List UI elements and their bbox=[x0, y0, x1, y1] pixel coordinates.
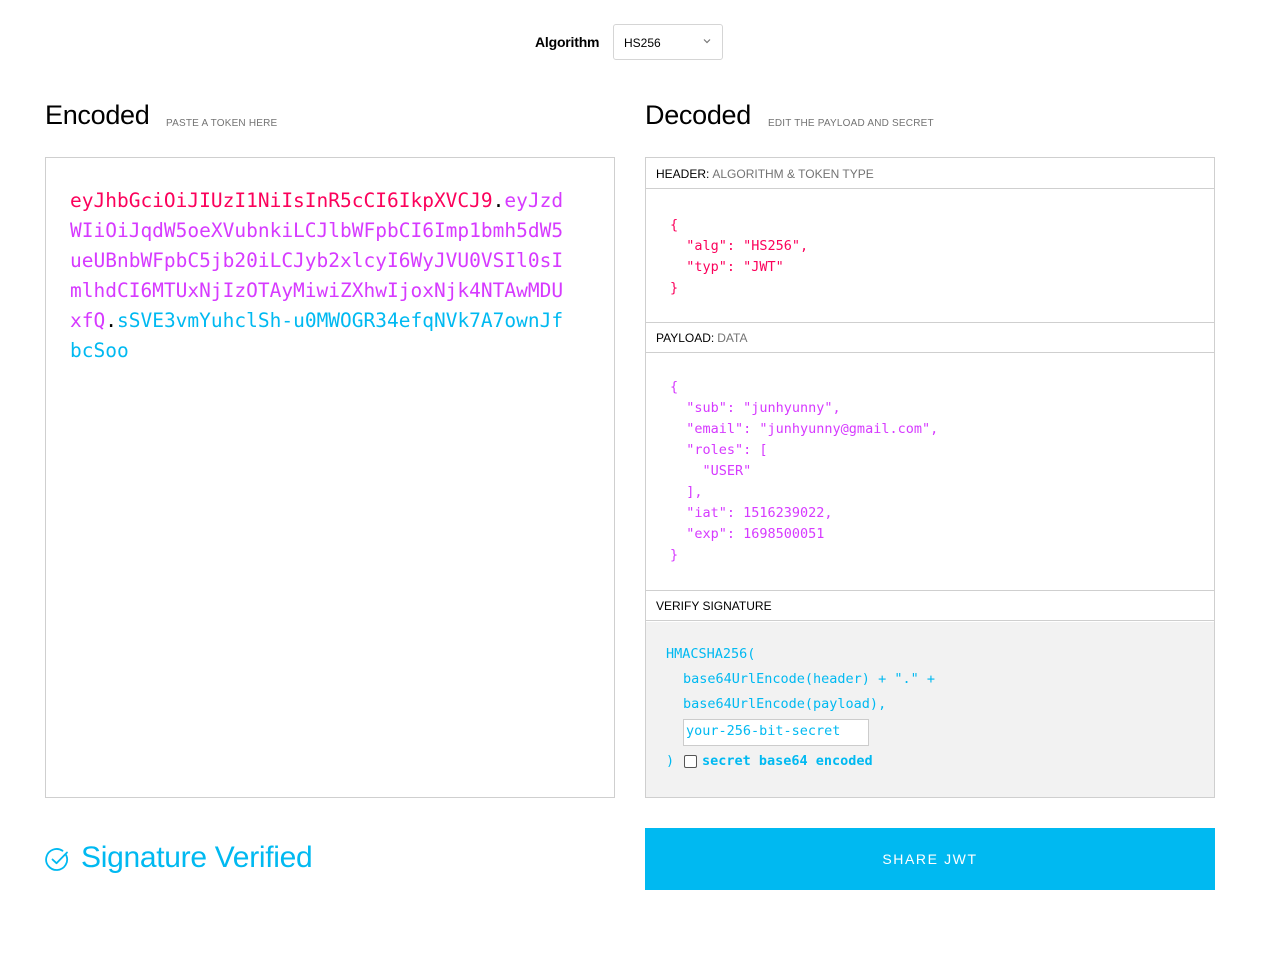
header-json: { "alg": "HS256", "typ": "JWT" } bbox=[670, 217, 809, 296]
payload-section-label: PAYLOAD: bbox=[656, 331, 715, 345]
algorithm-selected-value: HS256 bbox=[624, 36, 661, 50]
signature-status-text: Signature Verified bbox=[81, 841, 313, 874]
header-editor[interactable]: { "alg": "HS256", "typ": "JWT" } bbox=[646, 189, 1214, 323]
signature-section: HMACSHA256( base64UrlEncode(header) + ".… bbox=[646, 622, 1214, 797]
encoded-token-textarea[interactable]: eyJhbGciOiJIUzI1NiIsInR5cCI6IkpXVCJ9.eyJ… bbox=[45, 157, 615, 798]
token-separator: . bbox=[492, 189, 505, 212]
payload-section-sublabel: DATA bbox=[717, 331, 748, 345]
share-jwt-button[interactable]: SHARE JWT bbox=[645, 828, 1215, 890]
encoded-title: Encoded bbox=[45, 100, 150, 130]
signature-section-bar: VERIFY SIGNATURE bbox=[646, 590, 1214, 621]
decoded-title: Decoded bbox=[645, 100, 751, 130]
payload-editor[interactable]: { "sub": "junhyunny", "email": "junhyunn… bbox=[646, 353, 1214, 591]
signature-function-close: ) bbox=[666, 753, 675, 769]
header-section-label: HEADER: bbox=[656, 167, 710, 181]
algorithm-label: Algorithm bbox=[535, 34, 600, 50]
secret-base64-checkbox[interactable] bbox=[684, 755, 697, 768]
signature-header-expr: base64UrlEncode(header) + "." + bbox=[683, 671, 935, 687]
payload-section-bar: PAYLOAD: DATA bbox=[646, 322, 1214, 353]
token-separator: . bbox=[105, 309, 117, 332]
decoded-subtitle: EDIT THE PAYLOAD AND SECRET bbox=[768, 118, 934, 129]
secret-base64-label: secret base64 encoded bbox=[702, 753, 873, 769]
encoded-token-text: eyJhbGciOiJIUzI1NiIsInR5cCI6IkpXVCJ9.eyJ… bbox=[70, 186, 570, 366]
chevron-down-icon bbox=[703, 39, 711, 44]
token-signature-part: sSVE3vmYuhclSh-u0MWOGR34efqNVk7A7ownJfbc… bbox=[70, 309, 564, 362]
check-circle-icon bbox=[45, 848, 68, 871]
decoded-panel: HEADER: ALGORITHM & TOKEN TYPE { "alg": "… bbox=[645, 157, 1215, 798]
header-section-sublabel: ALGORITHM & TOKEN TYPE bbox=[712, 167, 874, 181]
encoded-subtitle: PASTE A TOKEN HERE bbox=[166, 118, 278, 129]
payload-json: { "sub": "junhyunny", "email": "junhyunn… bbox=[670, 379, 939, 563]
signature-payload-expr: base64UrlEncode(payload), bbox=[683, 696, 887, 712]
token-header-part: eyJhbGciOiJIUzI1NiIsInR5cCI6IkpXVCJ9 bbox=[70, 189, 493, 212]
header-section-bar: HEADER: ALGORITHM & TOKEN TYPE bbox=[646, 158, 1214, 189]
signature-function-open: HMACSHA256( bbox=[666, 646, 756, 662]
signature-section-label: VERIFY SIGNATURE bbox=[656, 599, 772, 613]
secret-input[interactable]: your-256-bit-secret bbox=[683, 719, 869, 746]
algorithm-select[interactable]: HS256 bbox=[613, 24, 723, 60]
